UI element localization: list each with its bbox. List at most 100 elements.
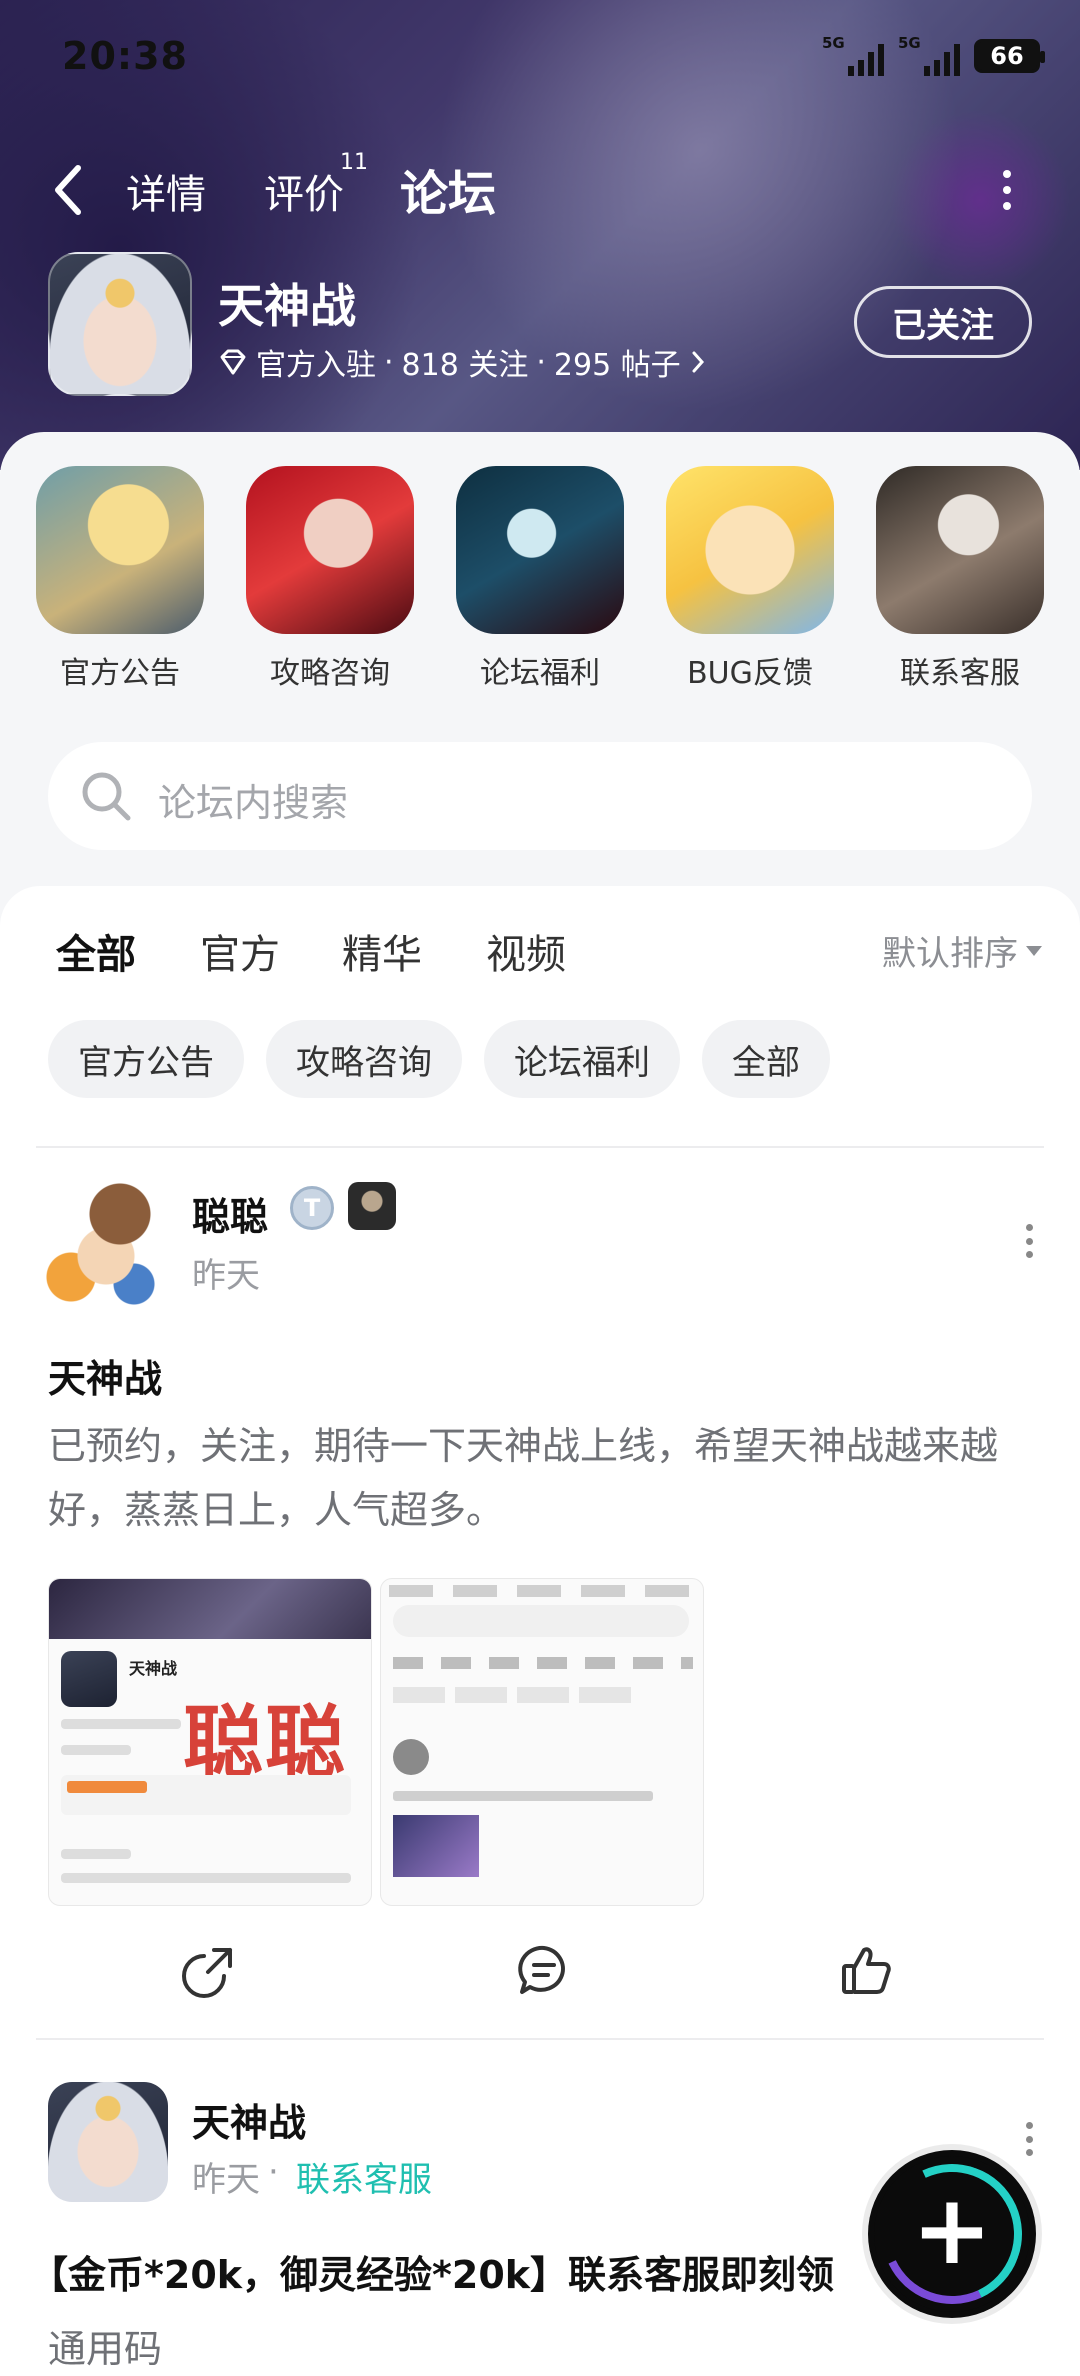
- signal-icon: 5G: [898, 34, 960, 76]
- post-feed: 全部 官方 精华 视频 默认排序 官方公告 攻略咨询 论坛福利 全部 聪聪 T …: [0, 886, 1080, 2376]
- image-highlight: [61, 1775, 351, 1815]
- shortcut-bug-feedback[interactable]: BUG反馈: [660, 466, 840, 692]
- post-category-link[interactable]: 联系客服: [296, 2152, 432, 2201]
- level-badge-icon: T: [290, 1186, 334, 1230]
- image-line: [61, 1849, 131, 1859]
- back-button[interactable]: [48, 160, 98, 220]
- shortcut-label: 攻略咨询: [270, 656, 390, 691]
- status-icons: 5G 5G 66: [822, 34, 1045, 76]
- image-line: [61, 1745, 131, 1755]
- shortcut-thumbnail: [876, 466, 1044, 634]
- post-card[interactable]: 聪聪 T 昨天 天神战 已预约，关注，期待一下天神战上线，希望天神战越来越好，蒸…: [0, 1172, 1080, 1998]
- post-title[interactable]: 天神战: [48, 1348, 162, 1403]
- shortcut-thumbnail: [666, 466, 834, 634]
- tab-all[interactable]: 全部: [56, 922, 136, 980]
- post-body[interactable]: 已预约，关注，期待一下天神战上线，希望天神战越来越好，蒸蒸日上，人气超多。: [48, 1414, 1038, 1542]
- more-vertical-icon[interactable]: [1024, 1224, 1034, 1258]
- tab-official[interactable]: 官方: [200, 922, 280, 980]
- shortcut-customer-service[interactable]: 联系客服: [870, 466, 1050, 692]
- review-count-badge: 11: [340, 150, 368, 175]
- shortcut-label: BUG反馈: [687, 656, 813, 691]
- image-banner: [49, 1579, 371, 1639]
- search-icon: [82, 772, 131, 821]
- shortcut-label: 官方公告: [60, 656, 180, 691]
- shortcut-thumbnail: [456, 466, 624, 634]
- shortcut-official-announcement[interactable]: 官方公告: [30, 466, 210, 692]
- image-text: [393, 1791, 653, 1801]
- follow-button[interactable]: 已关注: [854, 286, 1032, 358]
- separator: ·: [536, 344, 546, 380]
- post-image[interactable]: 天神战 聪聪: [48, 1578, 372, 1906]
- thumbs-up-icon[interactable]: [836, 1940, 896, 2000]
- tab-featured[interactable]: 精华: [342, 922, 422, 980]
- separator: ·: [268, 2152, 279, 2192]
- battery-level: 66: [990, 42, 1024, 70]
- game-info: 天神战 官方入驻 · 818 关注 · 295 帖子 已关注: [0, 250, 1080, 400]
- shortcut-benefits[interactable]: 论坛福利: [450, 466, 630, 692]
- shortcut-thumbnail: [246, 466, 414, 634]
- diamond-icon: [220, 349, 246, 375]
- image-game-icon: [61, 1651, 117, 1707]
- chip-all[interactable]: 全部: [702, 1020, 830, 1098]
- comment-icon[interactable]: [514, 1940, 574, 2000]
- image-tabs: [389, 1585, 695, 1597]
- shortcut-thumbnail: [36, 466, 204, 634]
- signal-icon: 5G: [822, 34, 884, 76]
- post-author[interactable]: 聪聪: [192, 1186, 268, 1241]
- chip-benefits[interactable]: 论坛福利: [484, 1020, 680, 1098]
- post-author[interactable]: 天神战: [192, 2092, 306, 2147]
- tab-forum[interactable]: 论坛: [400, 154, 497, 224]
- shortcut-strategy[interactable]: 攻略咨询: [240, 466, 420, 692]
- search-placeholder: 论坛内搜索: [158, 781, 349, 825]
- more-vertical-icon[interactable]: [1024, 2122, 1034, 2156]
- game-stats[interactable]: 官方入驻 · 818 关注 · 295 帖子: [218, 340, 707, 384]
- chip-official-announcement[interactable]: 官方公告: [48, 1020, 244, 1098]
- avatar[interactable]: [36, 1172, 176, 1312]
- image-chips: [393, 1687, 633, 1703]
- posts-count: 295 帖子: [553, 348, 681, 383]
- medal-icon: [348, 1182, 396, 1230]
- post-time: 昨天: [192, 2160, 260, 2200]
- network-type: 5G: [822, 34, 845, 52]
- image-game-title: 天神战: [129, 1659, 178, 1678]
- avatar[interactable]: [48, 2082, 168, 2202]
- divider: [36, 2038, 1044, 2040]
- post-image[interactable]: [380, 1578, 704, 1906]
- chevron-right-icon: [692, 351, 704, 373]
- separator: ·: [384, 344, 394, 380]
- plus-icon: +: [911, 2174, 993, 2286]
- post-subtitle[interactable]: 通用码: [48, 2318, 162, 2373]
- search-input[interactable]: 论坛内搜索: [48, 742, 1032, 850]
- shortcut-label: 论坛福利: [480, 656, 600, 691]
- create-post-button[interactable]: +: [874, 2156, 1030, 2312]
- share-icon[interactable]: [180, 1940, 240, 2000]
- post-title[interactable]: 【金币*20k，御灵经验*20k】联系客服即刻领: [30, 2244, 834, 2299]
- tab-reviews[interactable]: 评价: [264, 162, 344, 220]
- chip-strategy[interactable]: 攻略咨询: [266, 1020, 462, 1098]
- divider: [36, 1146, 1044, 1148]
- network-type: 5G: [898, 34, 921, 52]
- shortcut-label: 联系客服: [900, 656, 1020, 691]
- image-avatar: [393, 1739, 429, 1775]
- category-chips: 官方公告 攻略咨询 论坛福利 全部: [48, 1020, 830, 1098]
- forum-shortcuts: 官方公告 攻略咨询 论坛福利 BUG反馈 联系客服: [0, 466, 1080, 716]
- game-header: 20:38 5G 5G 66 详情 评价 11 论坛 天神战 官方入驻 · 81…: [0, 0, 1080, 470]
- top-nav: 详情 评价 11 论坛: [0, 150, 1080, 230]
- status-bar: 20:38 5G 5G 66: [0, 0, 1080, 110]
- followers-count: 818 关注: [401, 348, 529, 383]
- status-time: 20:38: [62, 34, 188, 78]
- more-vertical-icon[interactable]: [1000, 170, 1014, 210]
- official-label: 官方入驻: [256, 348, 376, 383]
- post-actions: [0, 1930, 1080, 2020]
- post-time: 昨天: [192, 1256, 260, 1296]
- image-filter-tabs: [393, 1657, 693, 1669]
- game-title: 天神战: [218, 279, 356, 333]
- caret-down-icon: [1026, 945, 1042, 956]
- game-icon[interactable]: [48, 252, 192, 396]
- sort-label: 默认排序: [882, 934, 1018, 974]
- tab-video[interactable]: 视频: [486, 922, 566, 980]
- image-search: [393, 1605, 689, 1637]
- sort-dropdown[interactable]: 默认排序: [882, 926, 1042, 975]
- tab-details[interactable]: 详情: [126, 162, 206, 220]
- chevron-left-icon: [55, 165, 81, 215]
